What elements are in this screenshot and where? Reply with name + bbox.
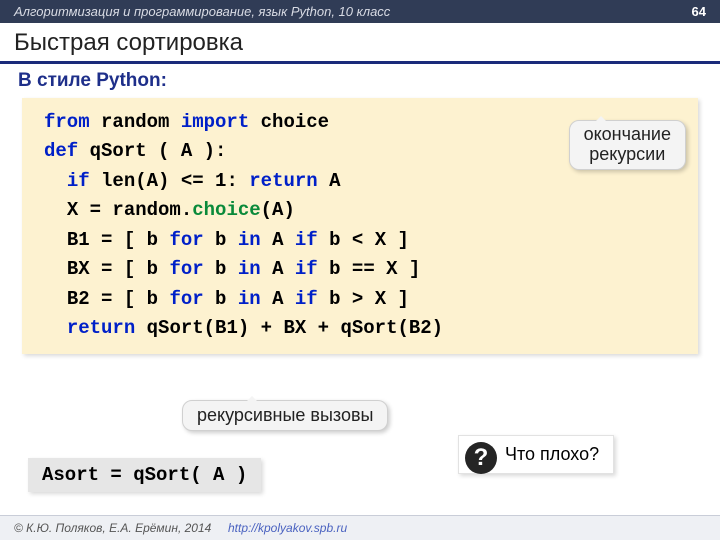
code-line-3: if len(A) <= 1: return A: [44, 167, 682, 196]
asort-code: Asort = qSort( A ): [28, 458, 261, 492]
question-icon: ?: [465, 442, 497, 474]
question-text: Что плохо?: [505, 444, 599, 464]
title-bar: Быстрая сортировка: [0, 23, 720, 64]
code-line-4: X = random.choice(A): [44, 196, 682, 225]
code-line-5: B1 = [ b for b in A if b < X ]: [44, 226, 682, 255]
footer-link[interactable]: http://kpolyakov.spb.ru: [228, 521, 347, 535]
subtitle: В стиле Python:: [0, 64, 720, 96]
copyright: © К.Ю. Поляков, Е.А. Ерёмин, 2014: [14, 521, 211, 535]
page-title: Быстрая сортировка: [14, 29, 706, 57]
question-box: ? Что плохо?: [458, 435, 614, 474]
code-line-6: BX = [ b for b in A if b == X ]: [44, 255, 682, 284]
code-line-8: return qSort(B1) + BX + qSort(B2): [44, 314, 682, 343]
callout-recursive-calls: рекурсивные вызовы: [182, 400, 388, 431]
callout-recursion-end: окончание рекурсии: [569, 120, 686, 170]
slide-header: Алгоритмизация и программирование, язык …: [0, 0, 720, 23]
course-label: Алгоритмизация и программирование, язык …: [14, 4, 390, 19]
code-line-7: B2 = [ b for b in A if b > X ]: [44, 285, 682, 314]
slide-footer: © К.Ю. Поляков, Е.А. Ерёмин, 2014 http:/…: [0, 515, 720, 540]
page-number: 64: [692, 4, 706, 19]
